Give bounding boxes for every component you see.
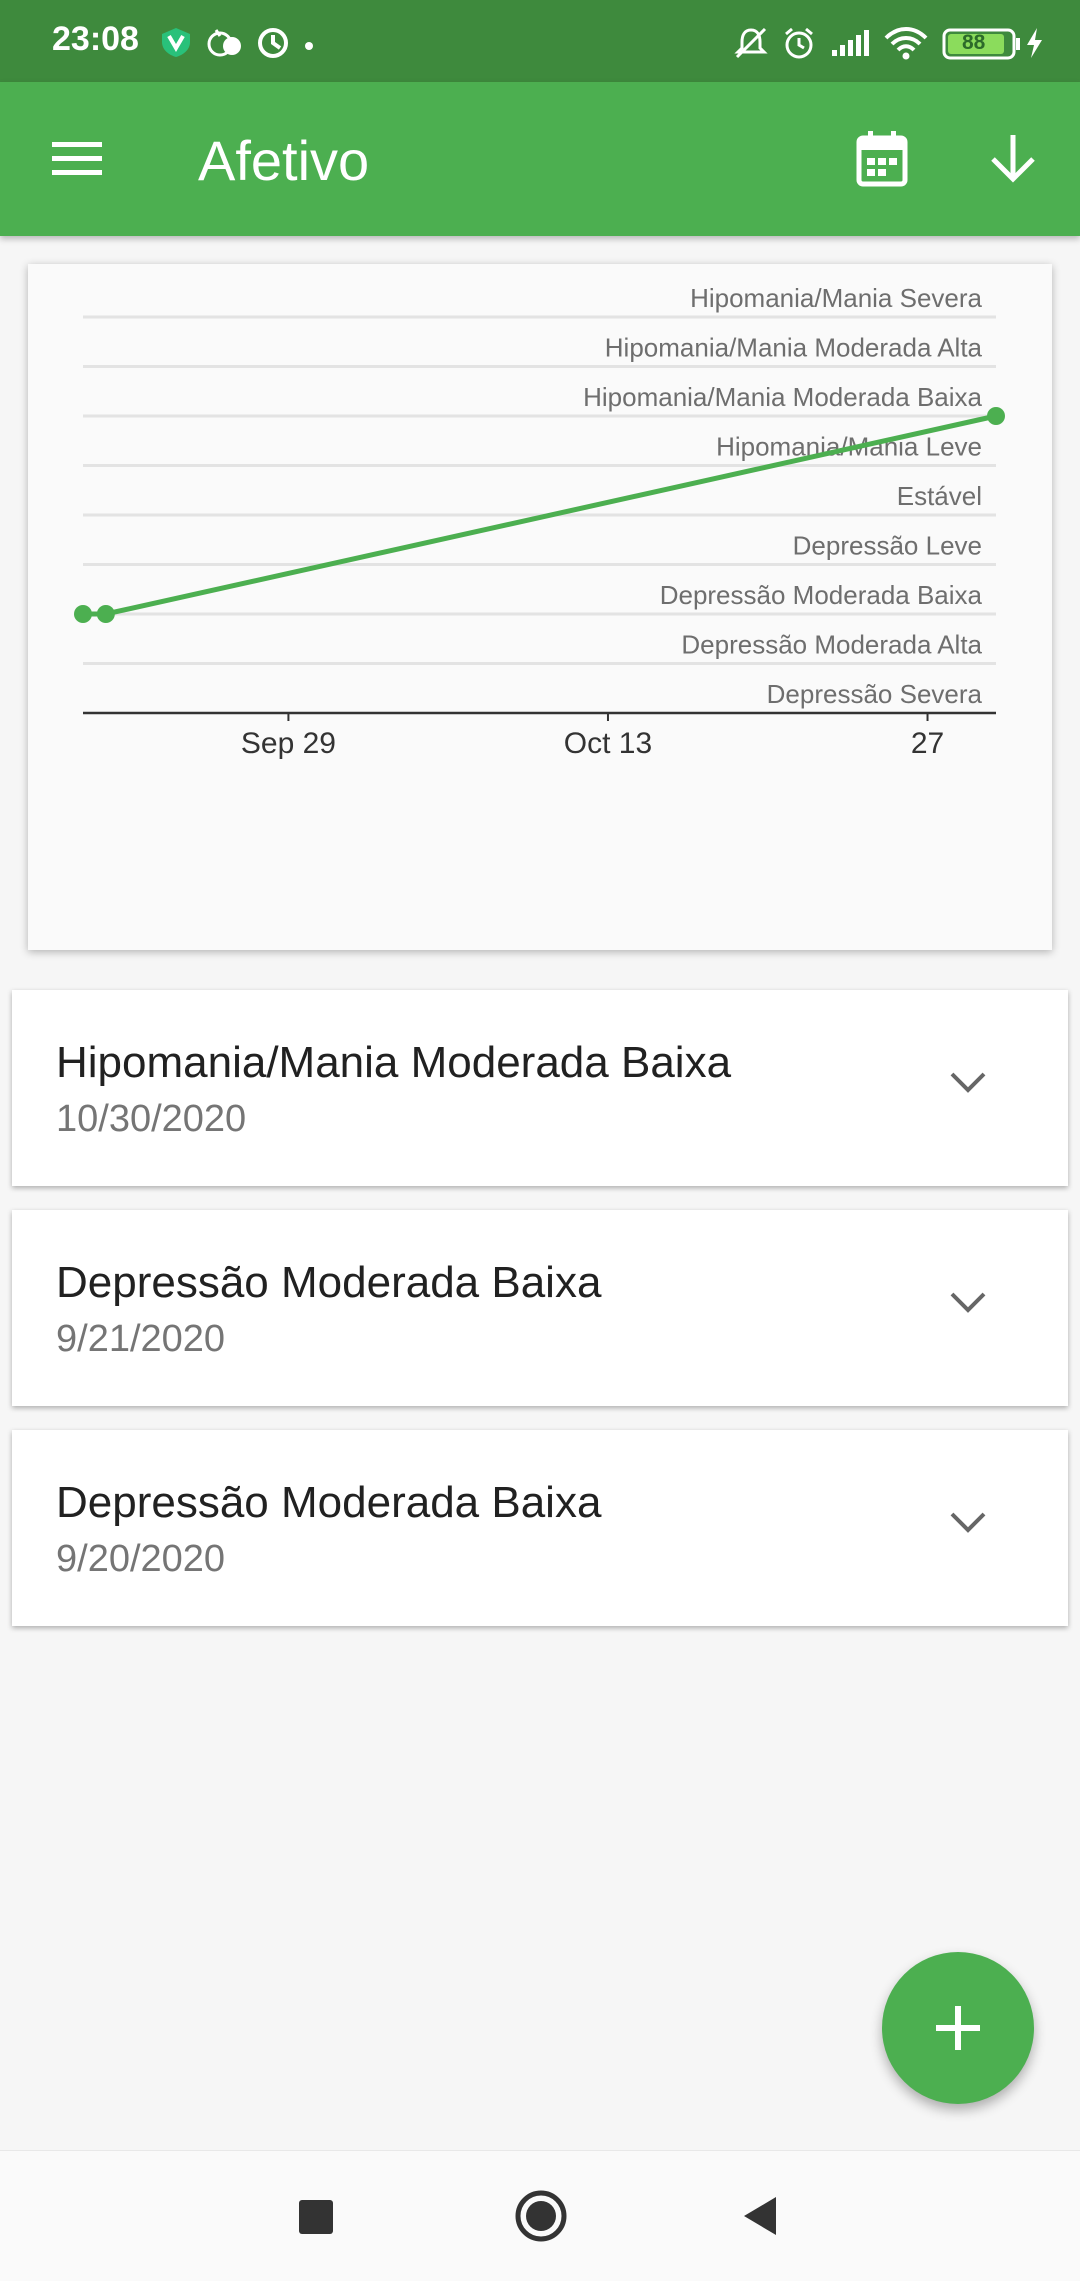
charging-icon <box>1024 26 1044 65</box>
data-point <box>96 605 115 623</box>
entry-title: Hipomania/Mania Moderada Baixa <box>56 1038 732 1087</box>
battery-level: 88 <box>962 31 986 54</box>
recents-square-icon[interactable] <box>298 2199 334 2240</box>
level-label: Depressão Severa <box>767 679 983 709</box>
calendar-icon[interactable] <box>856 130 908 193</box>
menu-icon[interactable] <box>50 138 104 185</box>
x-tick-label: Oct 13 <box>564 727 652 760</box>
level-label: Depressão Moderada Baixa <box>660 580 983 610</box>
chevron-down-icon[interactable] <box>948 1290 988 1321</box>
chevron-down-icon[interactable] <box>948 1510 988 1541</box>
entry-date: 10/30/2020 <box>56 1098 247 1140</box>
level-label: Hipomania/Mania Moderada Baixa <box>583 382 982 412</box>
entry-title: Depressão Moderada Baixa <box>56 1478 602 1527</box>
level-label: Hipomania/Mania Severa <box>690 283 982 313</box>
weather-icon <box>206 26 244 63</box>
battery-icon: 88 <box>942 28 1022 65</box>
entry-card[interactable]: Hipomania/Mania Moderada Baixa 10/30/202… <box>12 990 1068 1186</box>
home-circle-icon[interactable] <box>514 2189 568 2248</box>
data-point <box>987 407 1005 425</box>
mute-icon <box>734 26 768 65</box>
entry-date: 9/21/2020 <box>56 1318 226 1360</box>
x-tick-label: 27 <box>911 727 944 760</box>
app-bar: Afetivo <box>0 82 1080 236</box>
system-nav-bar <box>0 2150 1080 2281</box>
plus-icon <box>932 2002 984 2059</box>
back-triangle-icon[interactable] <box>742 2195 778 2242</box>
data-point <box>74 605 92 623</box>
add-entry-button[interactable] <box>882 1952 1034 2104</box>
mood-chart-svg: Hipomania/Mania Severa Hipomania/Mania Mo… <box>74 283 1005 760</box>
status-bar: 23:08 88 <box>0 0 1080 82</box>
x-tick-label: Sep 29 <box>241 727 336 760</box>
status-time: 23:08 <box>52 20 139 58</box>
level-label: Depressão Leve <box>793 531 982 561</box>
chevron-down-icon[interactable] <box>948 1070 988 1101</box>
signal-icon <box>830 28 872 63</box>
wifi-icon <box>884 26 928 65</box>
level-label: Estável <box>897 481 982 511</box>
entry-card[interactable]: Depressão Moderada Baixa 9/20/2020 <box>12 1430 1068 1626</box>
page-title: Afetivo <box>198 129 370 192</box>
entry-card[interactable]: Depressão Moderada Baixa 9/21/2020 <box>12 1210 1068 1406</box>
entry-title: Depressão Moderada Baixa <box>56 1258 602 1307</box>
alarm-icon <box>782 26 816 65</box>
data-saver-icon <box>256 26 290 65</box>
entry-date: 9/20/2020 <box>56 1538 226 1580</box>
level-label: Hipomania/Mania Moderada Alta <box>605 333 983 363</box>
vpn-icon <box>160 26 192 63</box>
level-label: Depressão Moderada Alta <box>681 630 982 660</box>
dot-icon <box>304 38 314 56</box>
mood-chart: Hipomania/Mania Severa Hipomania/Mania Mo… <box>28 264 1052 950</box>
arrow-down-icon[interactable] <box>988 132 1038 189</box>
